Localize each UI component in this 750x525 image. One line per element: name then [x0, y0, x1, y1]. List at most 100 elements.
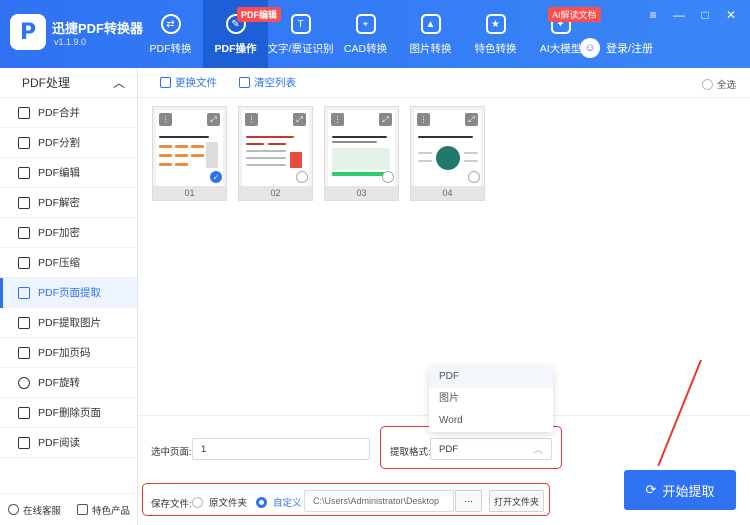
- annotation-arrow: [657, 359, 702, 467]
- unlock-icon: [18, 196, 30, 209]
- format-option-image[interactable]: 图片: [429, 388, 553, 410]
- nav-pdf-convert[interactable]: ⇄ PDF转换: [138, 0, 203, 68]
- minimize-icon[interactable]: —: [672, 8, 686, 22]
- sidebar-footer: 在线客服 特色产品: [0, 493, 138, 525]
- sidebar-item-edit[interactable]: PDF编辑: [0, 158, 137, 188]
- avatar: ☺: [580, 38, 600, 58]
- chevron-up-icon: ︿: [533, 445, 543, 456]
- save-path-input[interactable]: C:\Users\Administrator\Desktop: [304, 490, 454, 512]
- nav-ocr[interactable]: T 文字/票证识别: [268, 0, 333, 68]
- window-controls: ≡ — □ ✕: [646, 8, 738, 22]
- file-toolbar: 更换文件 清空列表 全选: [138, 68, 750, 98]
- start-extract-button[interactable]: ⟳ 开始提取: [624, 470, 736, 510]
- nav-image-convert[interactable]: ▲ 图片转换: [398, 0, 463, 68]
- save-label: 保存文件:: [151, 499, 192, 510]
- sidebar-item-split[interactable]: PDF分割: [0, 128, 137, 158]
- online-support-button[interactable]: 在线客服: [7, 503, 61, 517]
- page-number: 04: [411, 186, 484, 200]
- selected-pages-label: 选中页面:: [151, 447, 192, 458]
- thumbnail-menu-icon[interactable]: ⋮: [417, 113, 430, 126]
- top-nav: ⇄ PDF转换 PDF编辑 ✎ PDF操作 T 文字/票证识别 ⌖ CAD转换 …: [138, 0, 601, 68]
- star-icon: ★: [485, 14, 506, 34]
- app-header: P 迅捷PDF转换器 v1.1.9.0 ⇄ PDF转换 PDF编辑 ✎ PDF操…: [0, 0, 750, 68]
- zoom-icon[interactable]: ⤢: [207, 113, 220, 126]
- chevron-up-icon: ︿: [112, 76, 125, 90]
- merge-icon: [18, 106, 30, 119]
- open-folder-button[interactable]: 打开文件夹: [489, 490, 544, 512]
- save-original-radio[interactable]: [192, 496, 203, 508]
- page-number: 03: [325, 186, 398, 200]
- app-logo: P: [10, 14, 46, 50]
- ocr-icon: T: [290, 14, 311, 34]
- page-number: 02: [239, 186, 312, 200]
- image-icon: [18, 316, 30, 329]
- maximize-icon[interactable]: □: [698, 8, 712, 22]
- sidebar-item-extract-images[interactable]: PDF提取图片: [0, 308, 137, 338]
- format-dropdown: PDF 图片 Word: [429, 366, 553, 432]
- sidebar-item-merge[interactable]: PDF合并: [0, 98, 137, 128]
- ai-badge: AI解读文档: [548, 7, 601, 22]
- page-extract-icon: [18, 286, 30, 299]
- select-all-radio[interactable]: [701, 78, 713, 90]
- image-icon: ▲: [420, 14, 441, 34]
- sidebar-item-compress[interactable]: PDF压缩: [0, 248, 137, 278]
- format-select[interactable]: PDF ︿: [430, 438, 552, 460]
- login-register[interactable]: ☺ 登录/注册: [580, 38, 653, 58]
- thumbnail-menu-icon[interactable]: ⋮: [245, 113, 258, 126]
- page-number: 01: [153, 186, 226, 200]
- page-checkbox[interactable]: [296, 171, 308, 183]
- rotate-icon: [18, 376, 30, 389]
- products-icon: [76, 504, 88, 515]
- nav-special-convert[interactable]: ★ 特色转换: [463, 0, 528, 68]
- page-thumbnails: ⋮ ⤢ ✓ 01 ⋮ ⤢ 02 ⋮ ⤢ 03 ⋮ ⤢ 04: [152, 106, 485, 201]
- page-thumbnail[interactable]: ⋮ ⤢ ✓ 01: [152, 106, 227, 201]
- thumbnail-menu-icon[interactable]: ⋮: [159, 113, 172, 126]
- browse-button[interactable]: ···: [455, 490, 482, 512]
- nav-pdf-ops[interactable]: PDF编辑 ✎ PDF操作: [203, 0, 282, 68]
- add-file-icon: [160, 77, 171, 88]
- refresh-icon: ⟳: [645, 482, 657, 497]
- sidebar-item-add-page-numbers[interactable]: PDF加页码: [0, 338, 137, 368]
- zoom-icon[interactable]: ⤢: [293, 113, 306, 126]
- save-original-option[interactable]: 原文件夹: [192, 495, 247, 509]
- nav-cad[interactable]: ⌖ CAD转换: [333, 0, 398, 68]
- sidebar-item-delete-pages[interactable]: PDF删除页面: [0, 398, 137, 428]
- save-custom-option[interactable]: 自定义: [256, 495, 302, 509]
- page-thumbnail[interactable]: ⋮ ⤢ 02: [238, 106, 313, 201]
- shield-icon: [18, 226, 30, 239]
- sidebar-item-decrypt[interactable]: PDF解密: [0, 188, 137, 218]
- clear-list-button[interactable]: 清空列表: [239, 75, 296, 90]
- close-icon[interactable]: ✕: [724, 8, 738, 22]
- zoom-icon[interactable]: ⤢: [465, 113, 478, 126]
- replace-file-button[interactable]: 更换文件: [160, 75, 217, 90]
- select-all-toggle[interactable]: 全选: [701, 77, 736, 91]
- featured-products-button[interactable]: 特色产品: [76, 503, 130, 517]
- zoom-icon[interactable]: ⤢: [379, 113, 392, 126]
- page-thumbnail[interactable]: ⋮ ⤢ 03: [324, 106, 399, 201]
- format-option-word[interactable]: Word: [429, 410, 553, 432]
- sidebar: PDF处理 ︿ PDF合并 PDF分割 PDF编辑 PDF解密 PDF加密 PD…: [0, 68, 138, 525]
- book-icon: [18, 436, 30, 449]
- convert-icon: ⇄: [160, 14, 181, 34]
- sidebar-item-page-extract[interactable]: PDF页面提取: [0, 278, 137, 308]
- thumbnail-menu-icon[interactable]: ⋮: [331, 113, 344, 126]
- menu-icon[interactable]: ≡: [646, 8, 660, 22]
- page-checkbox[interactable]: [382, 171, 394, 183]
- delete-page-icon: [18, 406, 30, 419]
- page-checkbox[interactable]: [468, 171, 480, 183]
- page-checkbox[interactable]: ✓: [210, 171, 222, 183]
- app-version: v1.1.9.0: [54, 37, 87, 47]
- sidebar-item-encrypt[interactable]: PDF加密: [0, 218, 137, 248]
- sidebar-heading[interactable]: PDF处理 ︿: [0, 68, 137, 98]
- format-option-pdf[interactable]: PDF: [429, 366, 553, 388]
- format-label: 提取格式:: [390, 447, 431, 458]
- selected-pages-input[interactable]: 1: [192, 438, 370, 460]
- save-custom-radio[interactable]: [256, 496, 267, 508]
- edit-icon: [18, 166, 30, 179]
- page-thumbnail[interactable]: ⋮ ⤢ 04: [410, 106, 485, 201]
- support-icon: [7, 504, 19, 515]
- app-title: 迅捷PDF转换器: [52, 21, 144, 36]
- sidebar-item-read[interactable]: PDF阅读: [0, 428, 137, 458]
- sidebar-item-rotate[interactable]: PDF旋转: [0, 368, 137, 398]
- split-icon: [18, 136, 30, 149]
